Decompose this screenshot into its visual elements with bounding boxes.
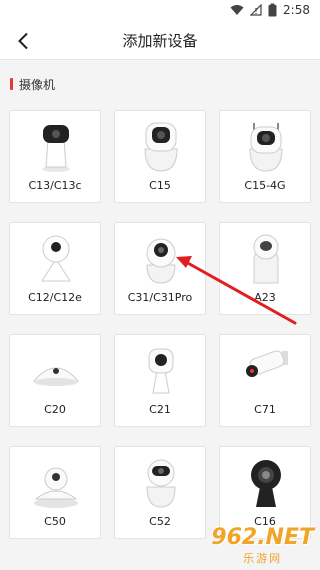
camera-c31-icon bbox=[115, 229, 207, 287]
device-label: C71 bbox=[254, 403, 276, 416]
section-title: 摄像机 bbox=[19, 77, 56, 92]
device-label: C13/C13c bbox=[28, 179, 82, 192]
camera-c20-icon bbox=[10, 341, 102, 399]
camera-c15-icon bbox=[115, 117, 207, 175]
back-button[interactable] bbox=[10, 28, 36, 54]
device-grid: C13/C13c C15 C15-4G C12/C12e C31/C31Pro … bbox=[9, 110, 311, 539]
device-tile-c31[interactable]: C31/C31Pro bbox=[114, 222, 206, 315]
device-label: C31/C31Pro bbox=[127, 291, 193, 304]
watermark-main: 962.NET bbox=[211, 525, 314, 550]
camera-c16-icon bbox=[220, 453, 312, 511]
device-label: A23 bbox=[254, 291, 276, 304]
section-accent-bar bbox=[10, 78, 13, 90]
status-time: 2:58 bbox=[283, 3, 310, 17]
status-bar: 2:58 bbox=[0, 0, 320, 22]
watermark-logo: 962.NET 乐游网 bbox=[211, 525, 314, 566]
device-tile-c13[interactable]: C13/C13c bbox=[9, 110, 101, 203]
device-label: C50 bbox=[44, 515, 66, 528]
device-tile-c50[interactable]: C50 bbox=[9, 446, 101, 539]
device-tile-c20[interactable]: C20 bbox=[9, 334, 101, 427]
app-header: 添加新设备 bbox=[0, 22, 320, 60]
camera-c21-icon bbox=[115, 341, 207, 399]
camera-c13-icon bbox=[10, 117, 102, 175]
status-icons: 2:58 bbox=[230, 3, 310, 17]
device-tile-c71[interactable]: C71 bbox=[219, 334, 311, 427]
camera-c52-icon bbox=[115, 453, 207, 511]
signal-icon bbox=[250, 4, 262, 16]
chevron-left-icon bbox=[18, 32, 28, 50]
device-tile-c21[interactable]: C21 bbox=[114, 334, 206, 427]
device-label: C52 bbox=[149, 515, 171, 528]
device-label: C20 bbox=[44, 403, 66, 416]
camera-c15-4g-icon bbox=[220, 117, 312, 175]
section-header: 摄像机 bbox=[0, 72, 320, 96]
device-tile-a23[interactable]: A23 bbox=[219, 222, 311, 315]
device-tile-c12[interactable]: C12/C12e bbox=[9, 222, 101, 315]
device-tile-c15[interactable]: C15 bbox=[114, 110, 206, 203]
battery-icon bbox=[268, 3, 277, 17]
camera-c50-icon bbox=[10, 453, 102, 511]
page-title: 添加新设备 bbox=[122, 32, 198, 50]
camera-c71-icon bbox=[220, 341, 312, 399]
device-label: C15-4G bbox=[244, 179, 286, 192]
device-tile-c15-4g[interactable]: C15-4G bbox=[219, 110, 311, 203]
device-tile-c52[interactable]: C52 bbox=[114, 446, 206, 539]
device-label: C12/C12e bbox=[28, 291, 82, 304]
camera-a23-icon bbox=[220, 229, 312, 287]
device-label: C21 bbox=[149, 403, 171, 416]
wifi-icon bbox=[230, 4, 244, 16]
watermark-sub: 乐游网 bbox=[243, 552, 283, 565]
camera-c12-icon bbox=[10, 229, 102, 287]
device-label: C15 bbox=[149, 179, 171, 192]
